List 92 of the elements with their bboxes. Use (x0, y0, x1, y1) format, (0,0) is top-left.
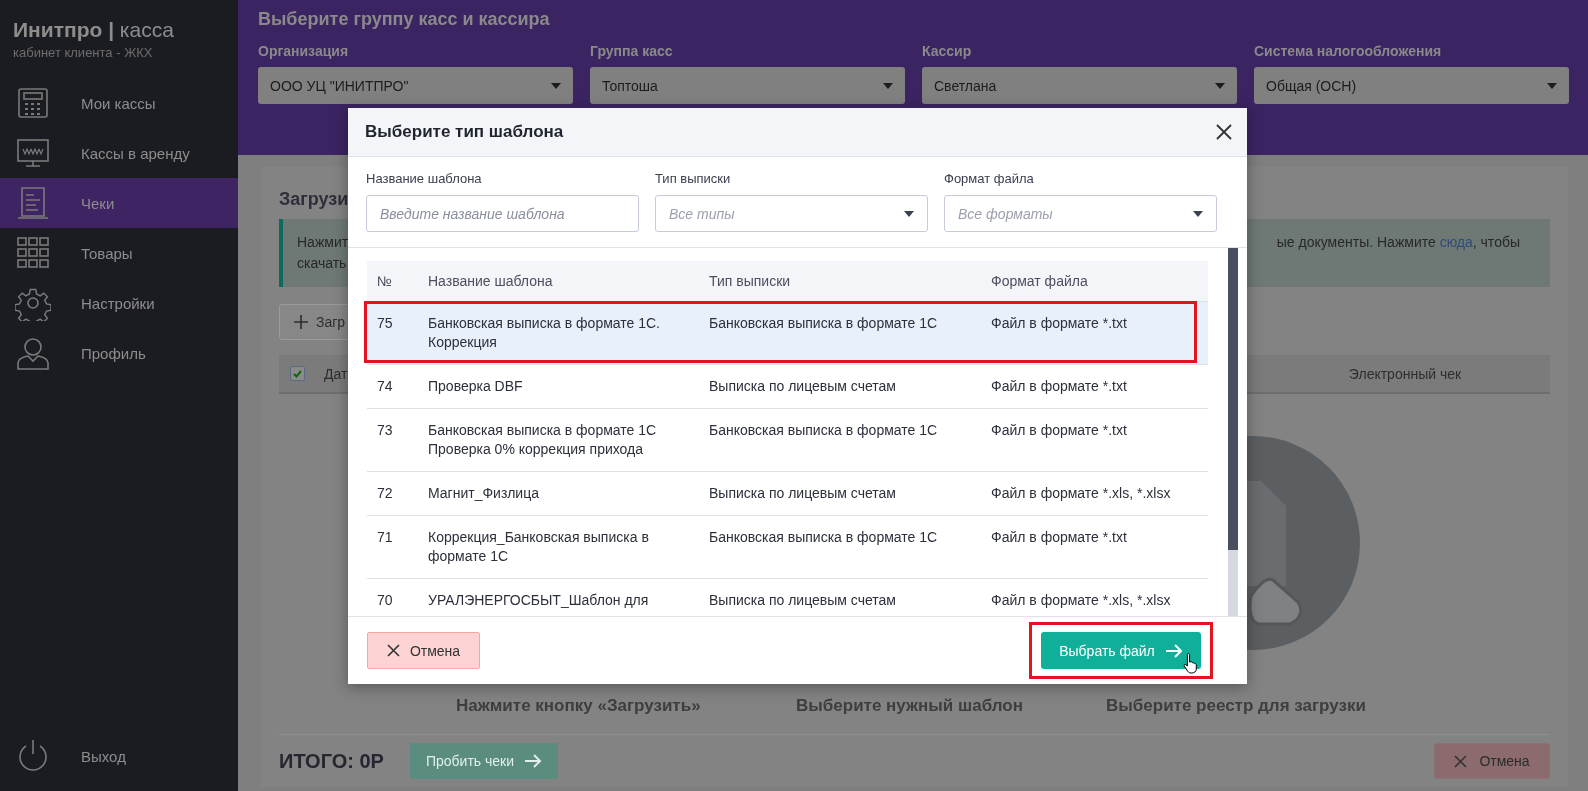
table-cell-text: Файл в формате *.xls, *.xlsx (991, 484, 1172, 503)
receipt-icon (15, 185, 51, 221)
dropdown-caret-icon (883, 82, 893, 89)
table-cell-text: Файл в формате *.txt (991, 421, 1128, 440)
table-cell-text: 73 (377, 421, 394, 440)
table-cell-text: Коррекция_Банковская выписка в формате 1С (428, 528, 650, 566)
filter-label: Кассир (922, 43, 973, 59)
submit-button[interactable]: Пробить чеки (409, 743, 559, 779)
table-cell-text: Файл в формате *.txt (991, 528, 1128, 547)
column-header: № (377, 272, 394, 291)
brand-subtitle: кабинет клиента - ЖКХ (12, 44, 154, 62)
sidebar-item[interactable]: Профиль (0, 328, 238, 378)
table-cell-text: Выписка по лицевым счетам (709, 484, 897, 503)
step-label: Выберите нужный шаблон (796, 696, 1024, 717)
info-text: Нажмит скачать (297, 233, 349, 273)
table-cell-text: Файл в формате *.txt (991, 377, 1128, 396)
table-cell-text: Файл в формате *.txt (991, 314, 1128, 333)
cancel-button[interactable]: Отмена (1434, 743, 1550, 779)
arrow-right-icon (524, 754, 543, 768)
dropdown-caret-icon (1547, 82, 1557, 89)
table-cell-text: Банковская выписка в формате 1С Проверка 0% коррекция прихода (428, 421, 658, 459)
table-cell-text: 70 (377, 591, 394, 610)
table-row[interactable]: 70 УРАЛЭНЕРГОСБЫТ_Шаблон для Выписка по лицевым счетам Файл в формате *.xls, *.xlsx (367, 579, 1208, 616)
step-label: Нажмите кнопку «Загрузить» (456, 696, 702, 717)
dropdown[interactable]: Светлана (922, 67, 1237, 104)
scrollbar[interactable] (1228, 248, 1238, 616)
field-label: Название шаблона (366, 171, 483, 186)
table-cell-text: Файл в формате *.xls, *.xlsx (991, 591, 1172, 610)
table-cell-text: УРАЛЭНЕРГОСБЫТ_Шаблон для (428, 591, 650, 610)
column-header: Дат (324, 365, 348, 382)
arrow-right-icon (1164, 643, 1183, 658)
field-label: Формат файла (944, 171, 1035, 186)
brand-logo: Инитпро | касса (12, 17, 175, 42)
sidebar-item[interactable]: Чеки (0, 178, 238, 228)
table-cell-text: Банковская выписка в формате 1С. Коррекция (428, 314, 661, 352)
grid-icon (15, 235, 51, 271)
dropdown-caret-icon (1193, 210, 1203, 217)
logout-item[interactable]: Выход (0, 731, 238, 781)
plus-icon (294, 315, 308, 329)
table-cell-text: 72 (377, 484, 394, 503)
column-header: Формат файла (991, 272, 1089, 291)
table-row[interactable]: 73 Банковская выписка в формате 1С Проверка 0% коррекция прихода Банковская выписка в формате 1С Файл в формате *.txt (367, 409, 1208, 472)
dropdown-caret-icon (1215, 82, 1225, 89)
table-row[interactable]: 72 Магнит_Физлица Выписка по лицевым счетам Файл в формате *.xls, *.xlsx (367, 472, 1208, 516)
check-icon (292, 368, 303, 379)
table-cell-text: Банковская выписка в формате 1С (709, 421, 939, 440)
table-cell-text: 75 (377, 314, 394, 333)
dropdown[interactable]: Топтоша (590, 67, 905, 104)
table-row[interactable]: 74 Проверка DBF Выписка по лицевым счетам Файл в формате *.txt (367, 365, 1208, 409)
info-text: ые документы. Нажмите сюда, чтобы (1276, 233, 1521, 252)
table-row[interactable]: 71 Коррекция_Банковская выписка в формате 1С Банковская выписка в формате 1С Файл в формате *.txt (367, 516, 1208, 579)
field-label: Тип выписки (655, 171, 732, 186)
close-icon (386, 644, 400, 657)
cancel-button[interactable]: Отмена (367, 632, 480, 669)
table-cell-text: Выписка по лицевым счетам (709, 377, 897, 396)
sidebar-item[interactable]: Товары (0, 228, 238, 278)
filter-label: Организация (258, 43, 350, 59)
dialog-title: Выберите тип шаблона (365, 122, 564, 142)
checkbox[interactable] (290, 366, 305, 381)
hand-cursor-icon (1183, 652, 1200, 674)
table-row[interactable]: 75 Банковская выписка в формате 1С. Коррекция Банковская выписка в формате 1С Файл в формате *.txt (367, 302, 1208, 365)
close-icon (1454, 754, 1468, 768)
column-header: Электронный чек (1347, 365, 1463, 382)
header-title: Выберите группу касс и кассира (258, 9, 551, 30)
dropdown[interactable]: ООО УЦ "ИНИТПРО" (258, 67, 573, 104)
dropdown-caret-icon (551, 82, 561, 89)
table-cell-text: Магнит_Физлица (428, 484, 540, 503)
search-field[interactable]: Введите название шаблона (366, 195, 639, 232)
table-cell-text: 74 (377, 377, 394, 396)
step-label: Выберите реестр для загрузки (1106, 696, 1367, 717)
total-label: ИТОГО: 0Р (279, 749, 384, 773)
column-header: Тип выписки (709, 272, 792, 291)
table-cell-text: Банковская выписка в формате 1С (709, 528, 939, 547)
sidebar-item[interactable]: Кассы в аренду (0, 128, 238, 178)
person-icon (15, 335, 51, 371)
select-field[interactable]: Все форматы (944, 195, 1217, 232)
column-header: Название шаблона (428, 272, 554, 291)
cash-register-icon (15, 85, 51, 121)
filter-label: Система налогообложения (1254, 43, 1443, 59)
close-icon[interactable] (1216, 124, 1232, 140)
table-cell-text: Банковская выписка в формате 1С (709, 314, 939, 333)
choose-file-button[interactable]: Выбрать файл (1041, 632, 1201, 669)
dropdown-caret-icon (904, 210, 914, 217)
sidebar-item[interactable]: Мои кассы (0, 78, 238, 128)
table-cell-text: Проверка DBF (428, 377, 524, 396)
table-cell-text: Выписка по лицевым счетам (709, 591, 897, 610)
dropdown[interactable]: Общая (ОСН) (1254, 67, 1569, 104)
select-field[interactable]: Все типы (655, 195, 928, 232)
section-title: Загрузи (279, 189, 349, 209)
sidebar-item[interactable]: Настройки (0, 278, 238, 328)
table-cell-text: 71 (377, 528, 394, 547)
filter-label: Группа касс (590, 43, 674, 59)
